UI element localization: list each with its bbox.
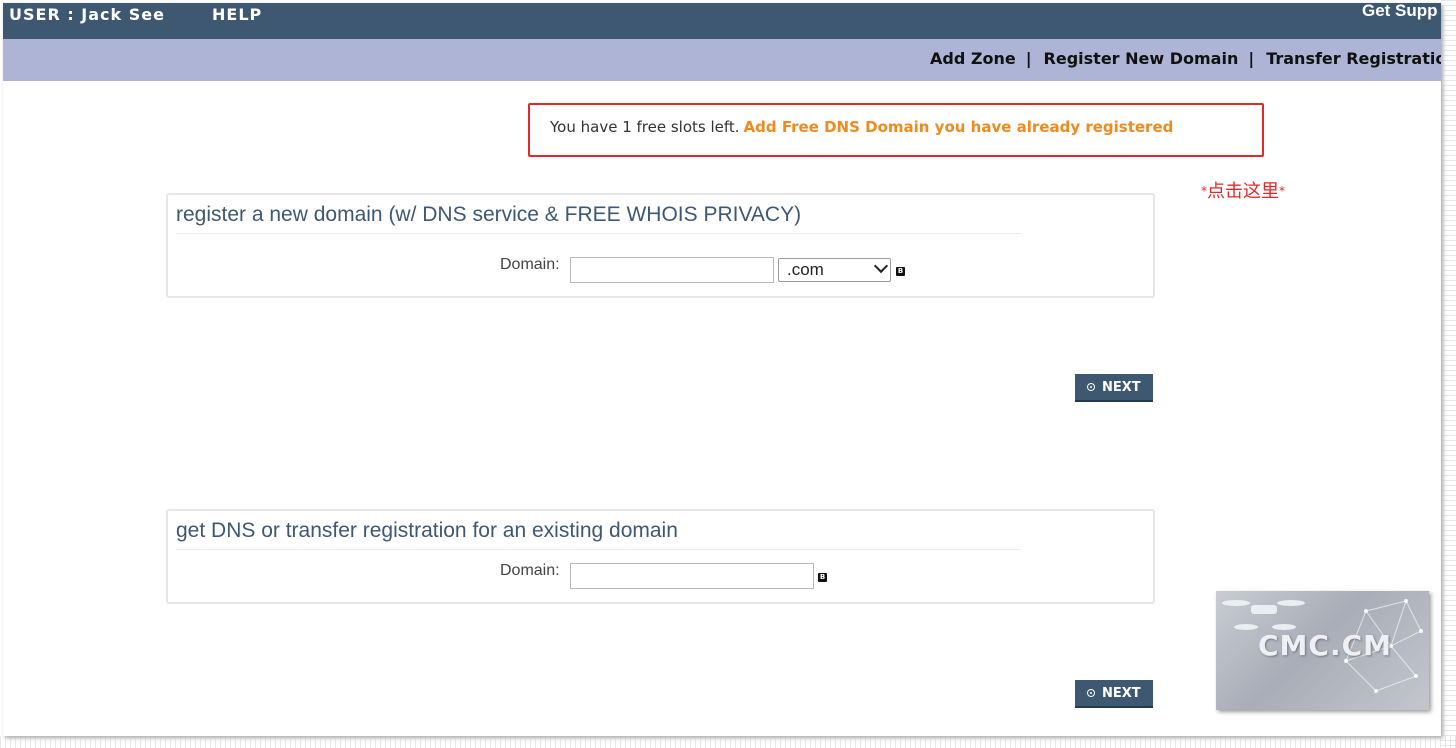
register-domain-input[interactable]	[570, 257, 774, 283]
get-support-link[interactable]: Get Supp	[1362, 3, 1438, 21]
register-new-domain-link[interactable]: Register New Domain	[1044, 49, 1239, 68]
help-link[interactable]: HELP	[212, 5, 262, 24]
sub-nav: Add Zone | Register New Domain | Transfer Re…	[930, 49, 1441, 68]
next-label: NEXT	[1102, 380, 1141, 395]
sub-nav-bar: Add Zone | Register New Domain | Transfer Re…	[3, 39, 1441, 81]
click-here-annotation: *点击这里*	[1201, 177, 1285, 203]
transfer-registration-link[interactable]: Transfer Registration	[1266, 49, 1441, 68]
transfer-domain-input[interactable]	[570, 563, 814, 589]
register-next-button[interactable]: NEXT	[1075, 374, 1153, 402]
nav-separator: |	[1248, 49, 1255, 68]
add-zone-link[interactable]: Add Zone	[930, 49, 1016, 68]
annotation-text: 点击这里	[1207, 181, 1279, 202]
register-panel-title: register a new domain (w/ DNS service & …	[176, 203, 1021, 234]
next-label: NEXT	[1102, 686, 1141, 701]
browser-page: USER : Jack See HELP Get Supp Add Zone | R…	[3, 3, 1441, 736]
arrow-circle-icon	[1087, 689, 1095, 697]
chevron-down-icon	[873, 258, 889, 274]
watermark-logo: CMC.CM	[1216, 591, 1429, 710]
info-icon[interactable]: B	[896, 267, 905, 276]
tld-select[interactable]: .com	[778, 258, 891, 282]
transfer-panel-title: get DNS or transfer registration for an …	[176, 519, 1021, 550]
torn-edge-right	[1441, 0, 1456, 748]
register-domain-panel: register a new domain (w/ DNS service & …	[166, 193, 1155, 298]
info-icon[interactable]: B	[818, 573, 827, 582]
transfer-domain-panel: get DNS or transfer registration for an …	[166, 509, 1155, 604]
top-bar: USER : Jack See HELP Get Supp	[3, 3, 1441, 39]
watermark-text: CMC.CM	[1258, 629, 1393, 662]
free-slots-notice: You have 1 free slots left. Add Free DNS …	[528, 103, 1264, 157]
tld-selected-value: .com	[787, 260, 824, 279]
nav-separator: |	[1025, 49, 1032, 68]
annotation-star: *	[1279, 184, 1285, 198]
transfer-next-button[interactable]: NEXT	[1075, 680, 1153, 708]
add-free-dns-domain-link[interactable]: Add Free DNS Domain you have already reg…	[744, 118, 1174, 136]
domain-label: Domain:	[500, 256, 560, 273]
torn-edge-bottom	[0, 736, 1456, 748]
free-slots-text: You have 1 free slots left.	[550, 118, 740, 136]
notice-text-line: You have 1 free slots left. Add Free DNS …	[550, 118, 1173, 136]
arrow-circle-icon	[1087, 383, 1095, 391]
user-label: USER : Jack See	[9, 5, 165, 24]
domain-label: Domain:	[500, 562, 560, 579]
